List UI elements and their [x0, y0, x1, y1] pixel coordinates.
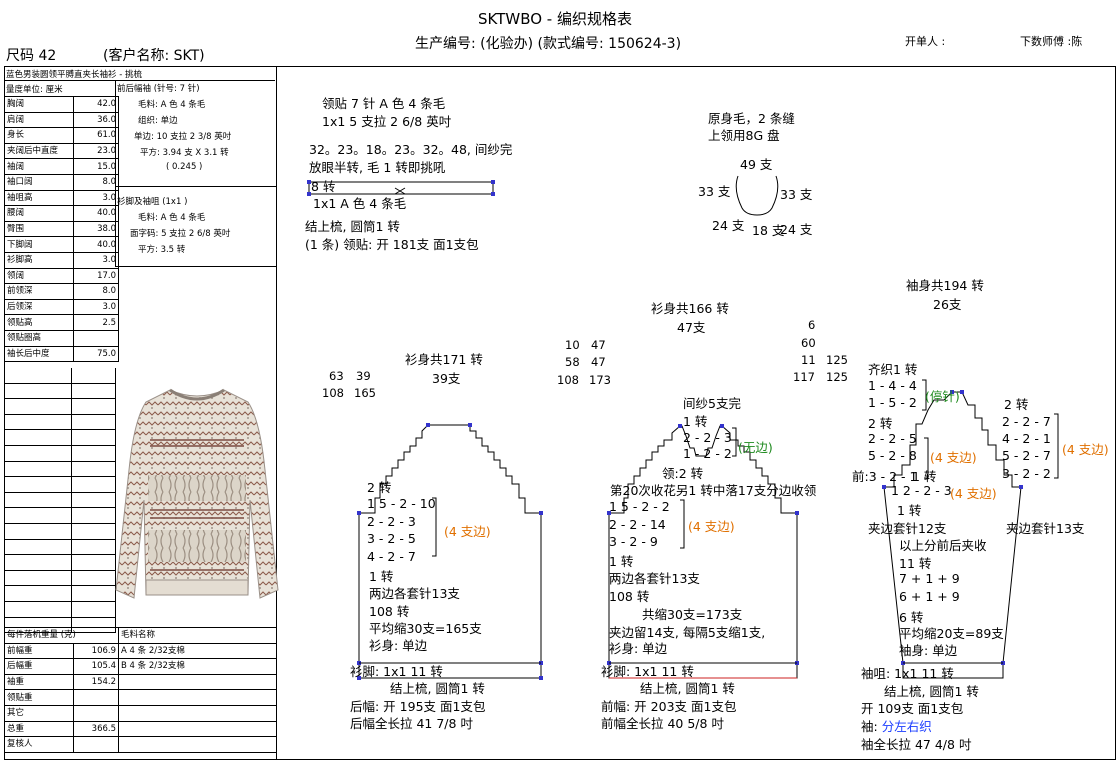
sleeve-stop-note: (停针) [925, 389, 960, 404]
front-step-2: 1 5 - 2 - 2 [609, 499, 670, 514]
collar-line-4: 放眼半转, 毛 1 转即挑吼 [309, 160, 446, 175]
back-step-4: 3 - 2 - 5 [367, 531, 416, 546]
sleeve-step-2: 1 转 [897, 503, 922, 518]
sleeve-total: 袖身共194 转 [906, 278, 984, 293]
back-n3: 108 [322, 386, 344, 400]
sleeve-step-11: 袖身: 单边 [899, 643, 958, 658]
back-step-3: 2 - 2 - 3 [367, 514, 416, 529]
front-n3: 58 [565, 355, 580, 369]
back-rib-3: 后幅全长拉 41 7/8 吋 [350, 716, 473, 731]
front-step-4: 3 - 2 - 9 [609, 534, 658, 549]
front-m2: 60 [801, 336, 816, 350]
neck-left: 33 支 [698, 184, 731, 199]
front-n4: 47 [591, 355, 606, 369]
sleeve-right-4: 5 - 2 - 7 [1002, 448, 1051, 463]
back-step-10: 衫身: 单边 [369, 638, 428, 653]
collar-line-6: 1x1 A 色 4 条毛 [313, 196, 407, 211]
front-neck-3: 2 - 2 - 3 [683, 430, 732, 445]
front-m1: 6 [808, 318, 816, 332]
neck-top: 49 支 [740, 157, 773, 172]
sleeve-width: 26支 [933, 297, 962, 312]
front-step-11: 衫身: 单边 [609, 641, 668, 656]
marker [491, 180, 495, 184]
sleeve-cap-7: 5 - 2 - 8 [868, 448, 917, 463]
sleeve-cap-3: 1 - 5 - 2 [868, 395, 917, 410]
front-step-8: 108 转 [609, 589, 650, 604]
neck-shape [735, 175, 779, 216]
back-total: 衫身共171 转 [405, 352, 483, 367]
back-step-2: 1 5 - 2 - 10 [367, 496, 436, 511]
front-neck-1: 间纱5支完 [683, 396, 741, 411]
collar-line-2: 1x1 5 支拉 2 6/8 英吋 [322, 114, 452, 129]
sleeve-right-5: 3 - 2 - 2 [1002, 466, 1051, 481]
back-step-1: 2 转 [367, 480, 392, 495]
collar-line-7: 结上梳, 圆筒1 转 [305, 219, 400, 234]
back-edge-note: (4 支边) [444, 524, 491, 539]
sleeve-cap-1: 齐织1 转 [868, 362, 918, 377]
front-neck-4: 1 - 2 - 2 [683, 446, 732, 461]
sleeve-cap-6: 2 - 2 - 5 [868, 431, 917, 446]
collar-line-8: (1 条) 领贴: 开 181支 面1支包 [305, 237, 479, 252]
back-rib-1: 结上梳, 圆筒1 转 [390, 681, 485, 696]
front-step-3: 2 - 2 - 14 [609, 517, 666, 532]
front-neck-2: 1 转 [683, 414, 708, 429]
back-n2: 39 [356, 369, 371, 383]
sleeve-step-6: 11 转 [899, 556, 932, 571]
front-rib-3: 前幅全长拉 40 5/8 吋 [601, 716, 724, 731]
sleeve-right-1: 2 转 [1004, 397, 1029, 412]
back-step-5: 4 - 2 - 7 [367, 549, 416, 564]
sleeve-edge-3: (4 支边) [950, 486, 997, 501]
marker [491, 192, 495, 196]
sleeve-rib-2: 开 109支 面1支包 [861, 701, 964, 716]
sleeve-step-7: 7 + 1 + 9 [899, 571, 960, 586]
sleeve-rib-4: 袖全长拉 47 4/8 吋 [861, 737, 972, 752]
back-n4: 165 [354, 386, 376, 400]
back-step-7: 两边各套针13支 [369, 586, 460, 601]
front-rib-1: 结上梳, 圆筒1 转 [640, 681, 735, 696]
sleeve-split-note: 分左右织 [881, 719, 932, 734]
collar-line-1: 领贴 7 针 A 色 4 条毛 [322, 96, 446, 111]
front-m5: 117 [793, 370, 815, 384]
front-m6: 125 [826, 370, 848, 384]
front-step-9: 共缩30支=173支 [642, 607, 743, 622]
back-width: 39支 [432, 371, 461, 386]
front-n2: 47 [591, 338, 606, 352]
front-width: 47支 [677, 320, 706, 335]
front-neck-note: (无边) [738, 440, 773, 455]
neck-note-2: 上领用8G 盘 [708, 128, 780, 143]
sleeve-step-8: 6 + 1 + 9 [899, 589, 960, 604]
sleeve-step-1: 1 2 - 2 - 3 [891, 483, 952, 498]
collar-line-3: 32。23。18。23。32。48, 间纱完 [309, 142, 513, 157]
front-n5: 108 [557, 373, 579, 387]
sleeve-step-5: 以上分前后夹收 [899, 538, 987, 553]
sleeve-right-2: 2 - 2 - 7 [1002, 414, 1051, 429]
sleeve-edge-1: (4 支边) [930, 450, 977, 465]
sleeve-label: 袖: [861, 719, 882, 734]
front-m4: 125 [826, 353, 848, 367]
neck-bottom-left: 24 支 [712, 218, 745, 233]
sleeve-step-4: 夹边套针13支 [1006, 521, 1085, 536]
neck-bottom-right: 24 支 [780, 222, 813, 237]
sleeve-right-3: 4 - 2 - 1 [1002, 431, 1051, 446]
front-m3: 11 [801, 353, 816, 367]
front-step-7: 两边各套针13支 [609, 571, 700, 586]
sleeve-rib-3: 袖: 分左右织 [861, 716, 932, 735]
sleeve-edge-2: (4 支边) [1062, 442, 1109, 457]
front-total: 衫身共166 转 [651, 301, 729, 316]
back-n1: 63 [329, 369, 344, 383]
sleeve-rib: 袖咀: 1x1 11 转 [861, 666, 954, 681]
front-edge-note: (4 支边) [688, 519, 735, 534]
sleeve-cap-2: 1 - 4 - 4 [868, 378, 917, 393]
front-n6: 173 [589, 373, 611, 387]
sleeve-cap-5: 2 转 [868, 416, 893, 431]
neck-right: 33 支 [780, 187, 813, 202]
front-neck-6: 第20次收花另1 转中落17支分边收领 [610, 483, 817, 498]
front-n1: 10 [565, 338, 580, 352]
